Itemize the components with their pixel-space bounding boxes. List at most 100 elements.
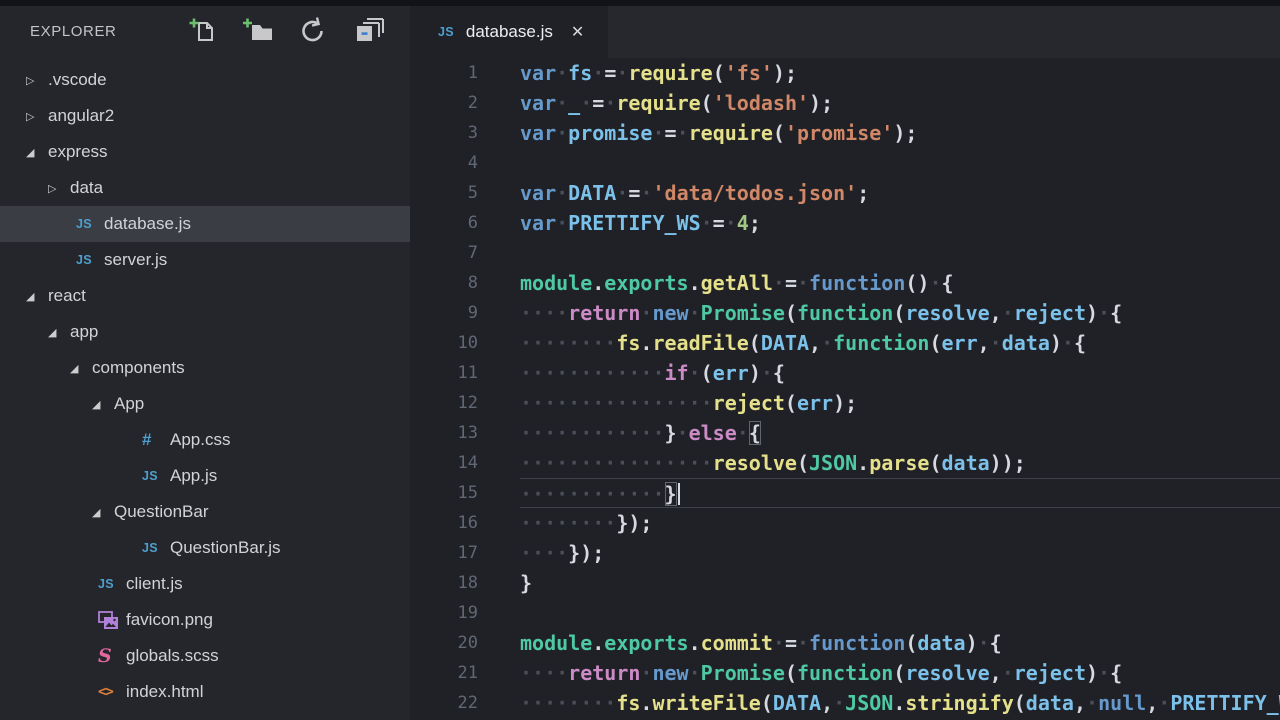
tree-item-react[interactable]: ◢react [0,278,410,314]
code-line-content: ············if·(err)·{ [520,358,1280,388]
code-line-content: ············} [520,478,1280,508]
code-line-content: ····return·new·Promise(function(resolve,… [520,298,1280,328]
tree-item-index-html[interactable]: <>index.html [0,674,410,710]
code-line-15[interactable]: 15 ············} [410,478,1280,508]
code-line-content: ········}); [520,508,1280,538]
code-line-14[interactable]: 14················resolve(JSON.parse(dat… [410,448,1280,478]
tree-item-label: globals.scss [126,646,219,666]
vscode-window: EXPLORER [0,0,1280,720]
line-number: 1 [410,58,478,88]
line-number: 2 [410,88,478,118]
code-line-8[interactable]: 8module.exports.getAll·=·function()·{ [410,268,1280,298]
new-file-button[interactable] [187,16,219,46]
tree-item-label: server.js [104,250,167,270]
sass-icon: S [98,645,126,667]
code-line-18[interactable]: 18} [410,568,1280,598]
text-cursor [678,483,680,505]
refresh-button[interactable] [297,16,329,46]
tree-item-database-js[interactable]: JSdatabase.js [0,206,410,242]
code-line-content [520,148,1280,178]
line-number: 5 [410,178,478,208]
tree-item-label: favicon.png [126,610,213,630]
code-line-17[interactable]: 17····}); [410,538,1280,568]
code-line-9[interactable]: 9 ····return·new·Promise(function(resolve… [410,298,1280,328]
file-tree: ▷.vscode▷angular2◢express▷dataJSdatabase… [0,62,410,710]
chevron-collapsed-icon: ▷ [26,74,48,87]
tab-title: database.js [466,22,553,42]
js-icon: JS [76,253,104,267]
tree-item-label: client.js [126,574,183,594]
line-number: 11 [410,358,478,388]
tree-item-questionbar[interactable]: ◢QuestionBar [0,494,410,530]
tree-item-label: index.html [126,682,203,702]
tree-item-label: database.js [104,214,191,234]
code-line-7[interactable]: 7 [410,238,1280,268]
code-line-3[interactable]: 3var·promise·=·require('promise'); [410,118,1280,148]
tree-item-app-css[interactable]: #App.css [0,422,410,458]
line-number: 17 [410,538,478,568]
image-icon [98,611,126,630]
tree-item-favicon-png[interactable]: favicon.png [0,602,410,638]
css-icon: # [142,430,170,450]
collapse-all-button[interactable] [352,16,384,46]
code-line-content [520,238,1280,268]
code-line-19[interactable]: 19 [410,598,1280,628]
tree-item-server-js[interactable]: JSserver.js [0,242,410,278]
code-editor[interactable]: 1var·fs·=·require('fs');2 var·_·=·require… [410,58,1280,720]
line-number: 16 [410,508,478,538]
line-number: 9 [410,298,478,328]
code-line-4[interactable]: 4 [410,148,1280,178]
refresh-icon [298,16,328,46]
code-line-content: ················reject(err); [520,388,1280,418]
code-line-6[interactable]: 6 var·PRETTIFY_WS·=·4; [410,208,1280,238]
code-line-13[interactable]: 13············}·else·{ [410,418,1280,448]
line-number: 22 [410,688,478,718]
tree-item-express[interactable]: ◢express [0,134,410,170]
js-icon: JS [142,541,170,555]
code-line-12[interactable]: 12 ················reject(err); [410,388,1280,418]
tree-item-label: App.css [170,430,230,450]
tree-item-globals-scss[interactable]: Sglobals.scss [0,638,410,674]
html-icon: <> [98,684,126,700]
line-number: 15 [410,478,478,508]
code-line-content: var·DATA·=·'data/todos.json'; [520,178,1280,208]
tree-item-angular2[interactable]: ▷angular2 [0,98,410,134]
new-folder-button[interactable] [242,16,274,46]
code-line-20[interactable]: 20module.exports.commit·=·function(data)… [410,628,1280,658]
editor-tab-bar: JS database.js ✕ [410,6,1280,58]
tree-item-client-js[interactable]: JSclient.js [0,566,410,602]
code-line-21[interactable]: 21····return·new·Promise(function(resolv… [410,658,1280,688]
code-line-22[interactable]: 22 ········fs.writeFile(DATA,·JSON.string… [410,688,1280,718]
tree-item-label: components [92,358,185,378]
close-tab-icon[interactable]: ✕ [571,22,584,42]
line-number: 8 [410,268,478,298]
code-line-content: var·PRETTIFY_WS·=·4; [520,208,1280,238]
tree-item-data[interactable]: ▷data [0,170,410,206]
code-line-1[interactable]: 1var·fs·=·require('fs'); [410,58,1280,88]
new-file-icon [188,16,218,46]
tree-item-app-js[interactable]: JSApp.js [0,458,410,494]
tree-item-components[interactable]: ◢components [0,350,410,386]
line-number: 6 [410,208,478,238]
tree-item-app[interactable]: ◢app [0,314,410,350]
code-line-16[interactable]: 16 ········}); [410,508,1280,538]
code-line-content: var·promise·=·require('promise'); [520,118,1280,148]
tree-item-label: angular2 [48,106,114,126]
js-icon: JS [438,25,454,39]
code-line-content: ········fs.readFile(DATA,·function(err,·… [520,328,1280,358]
code-line-2[interactable]: 2 var·_·=·require('lodash'); [410,88,1280,118]
code-line-5[interactable]: 5 var·DATA·=·'data/todos.json'; [410,178,1280,208]
code-line-content: module.exports.commit·=·function(data)·{ [520,628,1280,658]
tree-item--vscode[interactable]: ▷.vscode [0,62,410,98]
tree-item-app[interactable]: ◢App [0,386,410,422]
code-line-content: var·_·=·require('lodash'); [520,88,1280,118]
line-number: 4 [410,148,478,178]
tree-item-label: app [70,322,98,342]
tree-item-questionbar-js[interactable]: JSQuestionBar.js [0,530,410,566]
line-number: 12 [410,388,478,418]
tab-database-js[interactable]: JS database.js ✕ [410,6,608,58]
code-line-content: ········fs.writeFile(DATA,·JSON.stringif… [520,688,1280,718]
code-line-10[interactable]: 10········fs.readFile(DATA,·function(err… [410,328,1280,358]
tree-item-label: .vscode [48,70,107,90]
code-line-11[interactable]: 11 ············if·(err)·{ [410,358,1280,388]
